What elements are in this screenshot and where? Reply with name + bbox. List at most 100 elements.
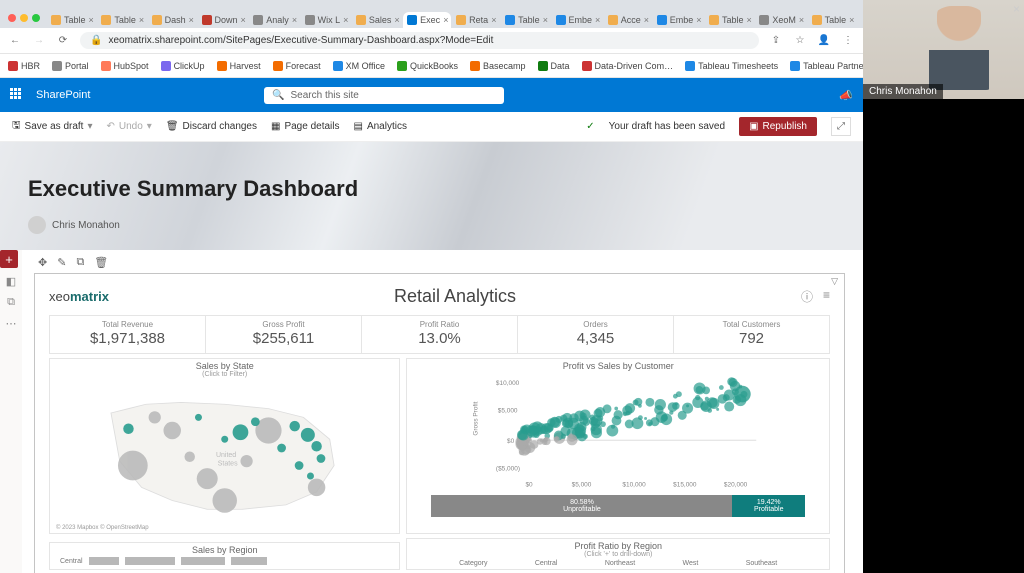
close-tab-icon[interactable]: ×	[595, 15, 600, 25]
site-search[interactable]: 🔍 Search this site	[264, 87, 504, 104]
bookmark-item[interactable]: HBR	[8, 61, 40, 71]
close-tab-icon[interactable]: ×	[543, 15, 548, 25]
rail-copy-icon[interactable]: ⧉	[7, 296, 15, 309]
tableau-dashboard-frame[interactable]: xeomatrix Retail Analytics ⓘ ≡ Total Rev…	[34, 273, 845, 573]
info-icon[interactable]: ⓘ	[801, 288, 813, 305]
bookmark-item[interactable]: HubSpot	[101, 61, 149, 71]
kpi-card[interactable]: Orders4,345	[518, 316, 674, 353]
page-title[interactable]: Executive Summary Dashboard	[28, 176, 835, 202]
close-tab-icon[interactable]: ×	[343, 15, 348, 25]
discard-button[interactable]: 🗑 Discard changes	[166, 121, 257, 132]
maximize-window-icon[interactable]	[32, 14, 40, 22]
browser-tab[interactable]: Dash×	[148, 12, 197, 28]
app-launcher-icon[interactable]	[10, 88, 24, 102]
bookmark-item[interactable]: Tableau Timesheets	[685, 61, 778, 71]
settings-icon[interactable]: ≡	[823, 288, 830, 305]
browser-tab[interactable]: Embe×	[653, 12, 704, 28]
close-tab-icon[interactable]: ×	[292, 15, 297, 25]
kpi-card[interactable]: Total Customers792	[674, 316, 829, 353]
author-avatar[interactable]	[28, 216, 46, 234]
bookmark-item[interactable]: Tableau Partner P…	[790, 61, 863, 71]
move-icon[interactable]: ✥	[38, 256, 47, 269]
close-window-icon[interactable]	[8, 14, 16, 22]
close-tab-icon[interactable]: ×	[241, 15, 246, 25]
close-tab-icon[interactable]: ×	[394, 15, 399, 25]
bookmark-item[interactable]: Portal	[52, 61, 89, 71]
analytics-button[interactable]: ▤ Analytics	[354, 121, 407, 132]
page-details-button[interactable]: ▦ Page details	[271, 121, 340, 132]
browser-tab[interactable]: Reta×	[452, 12, 500, 28]
forward-icon[interactable]: →	[32, 35, 46, 46]
megaphone-icon[interactable]: 📣	[839, 89, 853, 102]
browser-tab[interactable]: Table×	[97, 12, 146, 28]
rail-comment-icon[interactable]: ◧	[6, 275, 16, 288]
svg-text:$10,000: $10,000	[496, 380, 520, 387]
duplicate-icon[interactable]: ⧉	[76, 256, 84, 269]
close-tab-icon[interactable]: ×	[849, 15, 854, 25]
kpi-card[interactable]: Profit Ratio13.0%	[362, 316, 518, 353]
sales-by-region[interactable]: Sales by Region Central	[49, 542, 400, 570]
bookmark-item[interactable]: QuickBooks	[397, 61, 458, 71]
url-field[interactable]: 🔒 xeomatrix.sharepoint.com/SitePages/Exe…	[80, 32, 759, 49]
close-tab-icon[interactable]: ×	[139, 15, 144, 25]
profit-ratio-by-region[interactable]: Profit Ratio by Region (Click '+' to dri…	[406, 538, 830, 570]
save-draft-button[interactable]: 🖫 Save as draft ▾	[12, 118, 92, 135]
bookmark-item[interactable]: XM Office	[333, 61, 385, 71]
close-tab-icon[interactable]: ×	[747, 15, 752, 25]
browser-tab[interactable]: Acce×	[604, 12, 652, 28]
close-tab-icon[interactable]: ×	[189, 15, 194, 25]
close-icon[interactable]: ×	[1013, 2, 1020, 16]
close-tab-icon[interactable]: ×	[799, 15, 804, 25]
kpi-card[interactable]: Gross Profit$255,611	[206, 316, 362, 353]
browser-tab[interactable]: Table×	[705, 12, 754, 28]
rail-more-icon[interactable]: ⋯	[6, 317, 17, 330]
close-tab-icon[interactable]: ×	[443, 15, 448, 25]
filter-icon[interactable]: ▽	[831, 276, 838, 287]
undo-button[interactable]: ↶ Undo ▾	[106, 121, 151, 132]
map-attribution: © 2023 Mapbox © OpenStreetMap	[54, 523, 395, 531]
profit-vs-sales-scatter[interactable]: Profit vs Sales by Customer ▽ Gross Prof…	[406, 358, 830, 534]
browser-tab[interactable]: Down×	[198, 12, 249, 28]
back-icon[interactable]: ←	[8, 35, 22, 46]
menu-icon[interactable]: ⋮	[841, 35, 855, 46]
bookmark-item[interactable]: Forecast	[273, 61, 321, 71]
kpi-card[interactable]: Total Revenue$1,971,388	[50, 316, 206, 353]
browser-tab[interactable]: XeoM×	[755, 12, 806, 28]
close-tab-icon[interactable]: ×	[491, 15, 496, 25]
browser-tab[interactable]: Sales×	[352, 12, 402, 28]
bookmark-item[interactable]: ClickUp	[161, 61, 205, 71]
close-tab-icon[interactable]: ×	[696, 15, 701, 25]
chevron-down-icon[interactable]: ▾	[147, 121, 152, 132]
republish-button[interactable]: ▣ Republish	[739, 117, 817, 136]
bookmark-item[interactable]: Data	[538, 61, 570, 71]
browser-tab[interactable]: Table×	[47, 12, 96, 28]
video-call-thumbnail[interactable]: × Chris Monahon	[863, 0, 1024, 99]
browser-tab[interactable]: Table×	[808, 12, 857, 28]
share-icon[interactable]: ⇪	[769, 35, 783, 46]
sharepoint-brand[interactable]: SharePoint	[36, 89, 90, 101]
edit-webpart-icon[interactable]: ✎	[57, 256, 66, 269]
add-section-button[interactable]: +	[0, 250, 18, 268]
browser-tab[interactable]: Analy×	[249, 12, 299, 28]
bookmark-item[interactable]: Harvest	[217, 61, 261, 71]
browser-tab[interactable]: Table×	[501, 12, 550, 28]
window-controls[interactable]	[6, 14, 46, 28]
profitability-bar[interactable]: 80.58%Unprofitable 19.42%Profitable	[431, 495, 805, 517]
minimize-window-icon[interactable]	[20, 14, 28, 22]
close-tab-icon[interactable]: ×	[89, 15, 94, 25]
delete-webpart-icon[interactable]: 🗑	[94, 256, 108, 269]
browser-tab[interactable]: Embe×	[552, 12, 603, 28]
bookmark-icon[interactable]: ☆	[793, 35, 807, 46]
profile-icon[interactable]: 👤	[817, 35, 831, 46]
close-tab-icon[interactable]: ×	[644, 15, 649, 25]
browser-tab[interactable]: Wix L×	[301, 12, 351, 28]
expand-icon[interactable]: ⤢	[831, 117, 851, 136]
author-name[interactable]: Chris Monahon	[52, 220, 120, 231]
chevron-down-icon[interactable]: ▾	[87, 121, 92, 132]
bookmark-item[interactable]: Data-Driven Com…	[582, 61, 674, 71]
bookmark-item[interactable]: Basecamp	[470, 61, 526, 71]
reload-icon[interactable]: ⟳	[56, 35, 70, 46]
us-map-svg[interactable]: United States	[54, 378, 395, 518]
browser-tab[interactable]: Exec×	[403, 12, 451, 28]
sales-by-state-map[interactable]: Sales by State (Click to Filter)	[49, 358, 400, 534]
